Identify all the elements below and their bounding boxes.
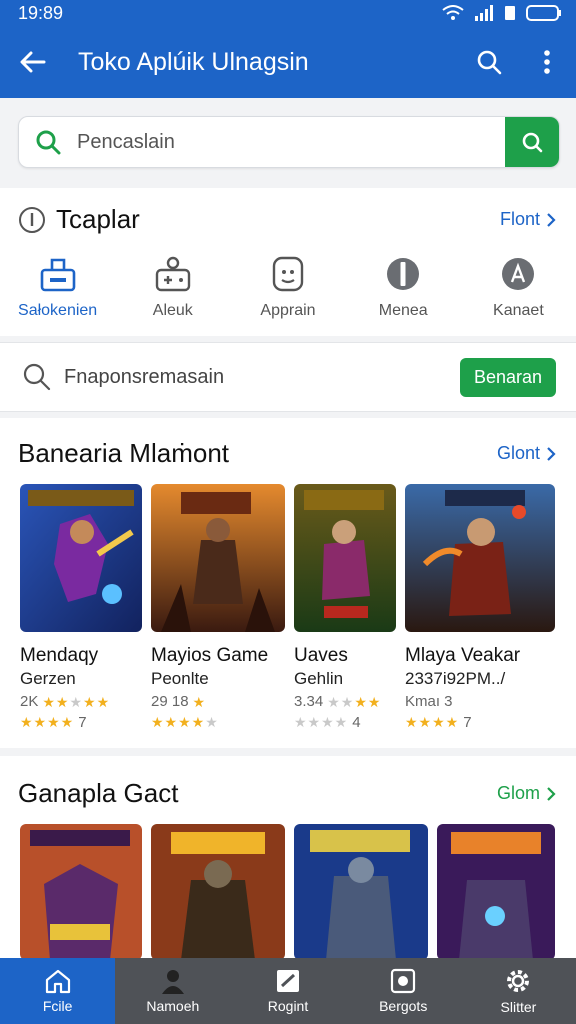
game-thumbnail[interactable] xyxy=(151,824,285,960)
chevron-right-icon xyxy=(547,786,556,801)
game-developer: Peonlte xyxy=(151,669,209,688)
featured-title: Banearia Mlaṁont xyxy=(18,438,229,468)
category-item-3[interactable]: Menea xyxy=(346,254,461,320)
nav-item-devices[interactable]: Bergots xyxy=(346,958,461,1024)
promo-text: Fnaponsremasain xyxy=(64,365,225,388)
categories-title: Tcaplar xyxy=(56,204,140,234)
app-title: Toko Aplúik Ulnagsin xyxy=(78,47,309,76)
categories-section: Tcaplar Flont Sałokenien Aleuk Apprain M… xyxy=(0,188,576,336)
kanaet-icon xyxy=(502,258,535,290)
home-icon xyxy=(45,969,70,994)
back-button[interactable] xyxy=(0,26,66,98)
game-icon xyxy=(277,970,299,992)
featured-more-link[interactable]: Glont xyxy=(497,443,556,464)
game-rating: 4 xyxy=(352,714,361,731)
game-rating: 7 xyxy=(463,714,472,731)
chevron-right-icon xyxy=(547,212,556,227)
search-area xyxy=(0,98,576,186)
nav-item-home[interactable]: Fcile xyxy=(0,958,116,1024)
category-item-2[interactable]: Apprain xyxy=(230,254,345,320)
category-item-4[interactable]: Kanaet xyxy=(461,254,576,320)
game-thumbnail[interactable] xyxy=(437,824,555,960)
more-vert-icon xyxy=(544,50,550,74)
section-two: Ganapla Gact Glom xyxy=(0,756,576,960)
featured-games-row: Mendaqy Gerzen 2K ★★★★★ ★★★★ 7 Mayios Game… xyxy=(20,484,555,731)
appbar-search-button[interactable] xyxy=(460,26,518,98)
search-icon xyxy=(36,130,61,155)
overflow-menu-button[interactable] xyxy=(518,26,576,98)
search-input[interactable] xyxy=(77,130,505,154)
game-card[interactable]: Mayios Game Peonlte 29 18 ★ ★★★★★ xyxy=(151,484,294,731)
settings-icon xyxy=(507,970,530,992)
gamepad-icon xyxy=(155,256,190,292)
game-thumbnail xyxy=(405,484,555,632)
game-name: Mlaya Veakar xyxy=(405,645,521,666)
game-thumbnail xyxy=(294,484,396,632)
person-icon xyxy=(161,970,184,994)
game-meta: 2K xyxy=(20,693,39,710)
star-rating: ★ xyxy=(192,694,207,710)
search-box xyxy=(18,116,560,168)
nav-item-games[interactable]: Rogint xyxy=(230,958,345,1024)
chevron-right-icon xyxy=(547,446,556,461)
app-icon xyxy=(272,256,304,292)
search-icon xyxy=(23,363,51,391)
wifi-icon xyxy=(442,5,464,20)
nav-item-profile[interactable]: Namoeh xyxy=(115,958,230,1024)
section-two-more-link[interactable]: Glom xyxy=(497,783,556,804)
game-name: Uaves xyxy=(294,645,348,666)
category-item-1[interactable]: Aleuk xyxy=(115,254,230,320)
game-developer: Gehlin xyxy=(294,669,344,688)
section-two-games-row xyxy=(20,824,555,960)
game-thumbnail[interactable] xyxy=(294,824,428,960)
status-bar: 19:89 xyxy=(0,0,576,26)
star-rating: ★★★★★ xyxy=(151,714,219,730)
featured-section: Banearia Mlaṁont Glont Mendaqy Gerzen 2K… xyxy=(0,418,576,748)
app-bar: Toko Aplúik Ulnagsin xyxy=(0,26,576,98)
signal-icon xyxy=(475,5,493,21)
game-thumbnail xyxy=(151,484,285,632)
tag-icon xyxy=(40,258,75,292)
promo-button[interactable]: Benaran xyxy=(459,357,556,397)
star-rating: ★★★★ xyxy=(327,694,382,710)
search-icon xyxy=(522,132,543,153)
game-card[interactable]: Mlaya Veakar 2337i92PM../ Kmaı 3 ★★★★ 7 xyxy=(405,484,555,731)
star-rating: ★★★★ xyxy=(20,714,75,730)
search-submit-button[interactable] xyxy=(505,117,559,167)
game-meta: Kmaı 3 xyxy=(405,693,453,710)
game-developer: Gerzen xyxy=(20,669,76,688)
star-rating: ★★★★★ xyxy=(42,694,111,710)
device-icon xyxy=(391,968,416,994)
game-thumbnail xyxy=(20,484,142,632)
game-rating: 7 xyxy=(78,714,87,731)
category-item-0[interactable]: Sałokenien xyxy=(0,254,115,320)
game-card[interactable]: Mendaqy Gerzen 2K ★★★★★ ★★★★ 7 xyxy=(20,484,151,731)
star-rating: ★★★★ xyxy=(294,714,349,730)
game-thumbnail[interactable] xyxy=(20,824,142,960)
game-developer: 2337i92PM../ xyxy=(405,669,506,688)
star-rating: ★★★★ xyxy=(405,714,460,730)
game-meta: 3.34 xyxy=(294,693,324,710)
game-card[interactable]: Uaves Gehlin 3.34 ★★★★ ★★★★ 4 xyxy=(294,484,405,731)
media-icon xyxy=(387,258,420,290)
status-time: 19:89 xyxy=(18,2,64,23)
info-circle-icon xyxy=(19,206,45,233)
categories-more-link[interactable]: Flont xyxy=(500,209,556,230)
sim-icon xyxy=(505,6,515,20)
category-list: Sałokenien Aleuk Apprain Menea Kanaet xyxy=(0,254,576,320)
bottom-navigation: Fcile Namoeh Rogint Bergots Slitter xyxy=(0,958,576,1024)
promo-bar: Fnaponsremasain Benaran xyxy=(0,342,576,412)
nav-item-settings[interactable]: Slitter xyxy=(461,958,576,1024)
search-icon xyxy=(477,50,502,75)
game-name: Mendaqy xyxy=(20,645,99,666)
section-two-title: Ganapla Gact xyxy=(18,778,179,808)
battery-icon xyxy=(526,5,561,21)
arrow-left-icon xyxy=(20,51,46,73)
game-name: Mayios Game xyxy=(151,645,269,666)
game-meta: 29 18 xyxy=(151,693,189,710)
search-field-icon xyxy=(19,129,77,155)
